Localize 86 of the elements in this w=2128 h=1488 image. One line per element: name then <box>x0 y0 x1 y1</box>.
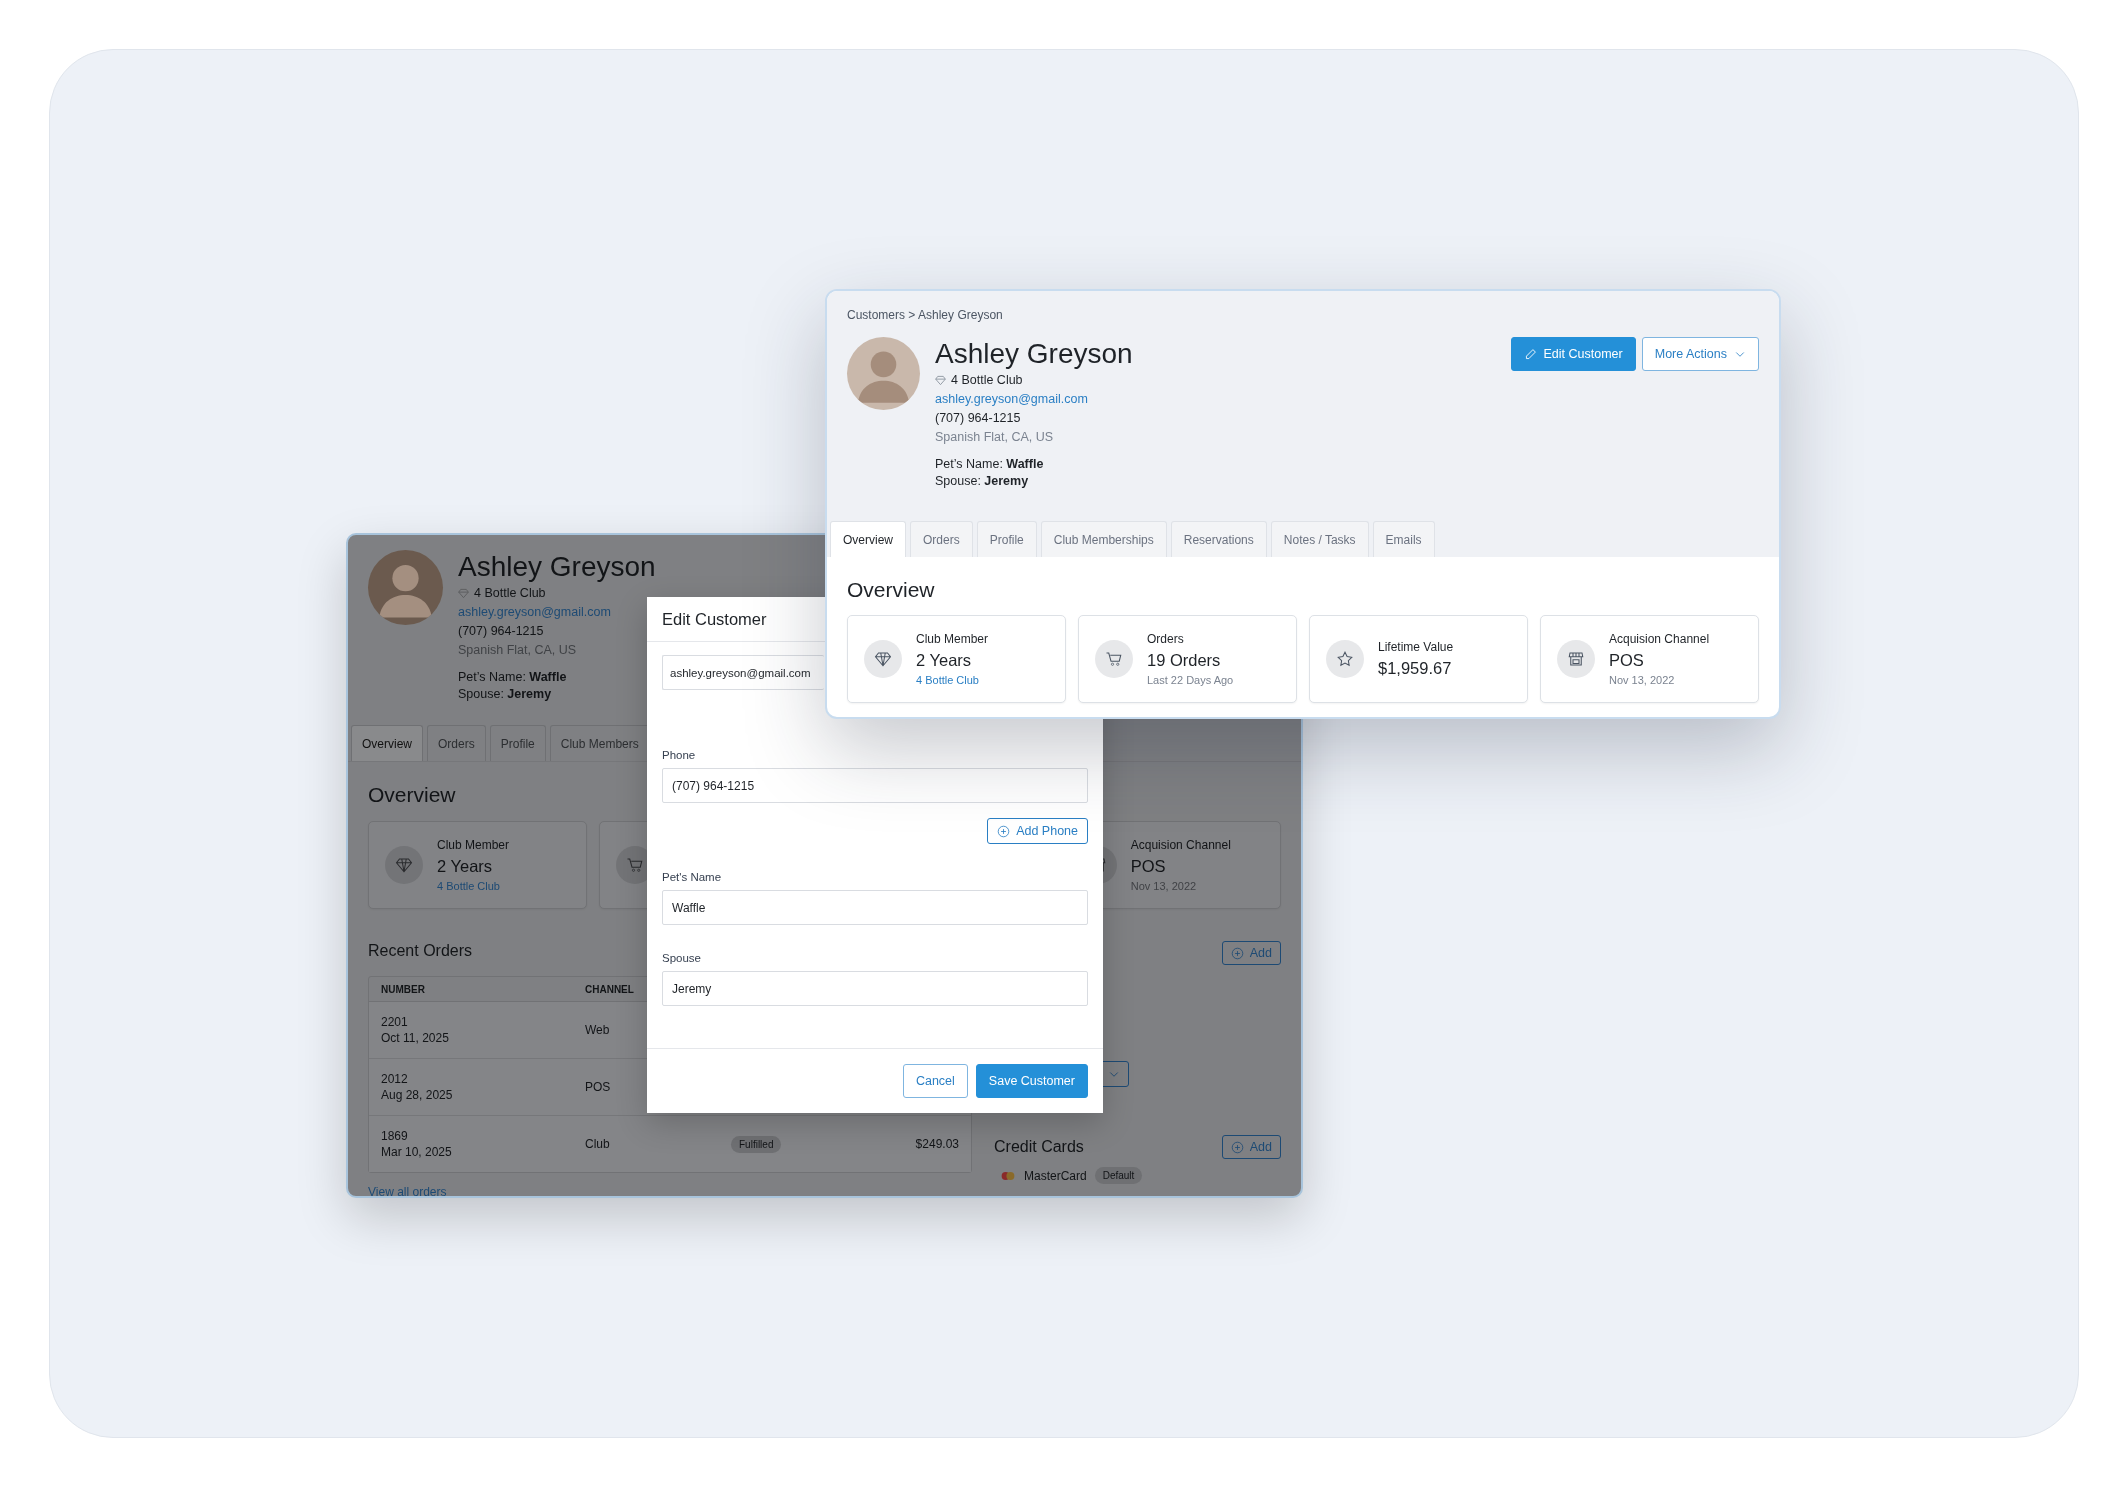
stat-detail[interactable]: 4 Bottle Club <box>916 671 979 688</box>
tab[interactable]: Overview <box>351 725 423 761</box>
edit-button[interactable]: Edit Customer <box>1510 337 1636 371</box>
customer-detail: Spouse: Jeremy <box>458 686 552 703</box>
customer-detail: Pet’s Name: Waffle <box>458 669 567 686</box>
order-number: 1869 <box>381 1128 409 1144</box>
pencil-icon <box>1523 347 1537 361</box>
section-title: Recent Orders <box>368 941 473 961</box>
plus-circle-icon <box>1230 1140 1244 1154</box>
order-number: 2012 <box>381 1071 409 1087</box>
input-field[interactable]: Waffle <box>662 890 1088 925</box>
add-phone-button[interactable]: Add Phone <box>987 818 1088 844</box>
view-all-link[interactable]: View all orders <box>368 1185 447 1196</box>
diamond-icon <box>458 588 469 599</box>
diamond-icon <box>935 375 946 386</box>
cancel-button[interactable]: Cancel <box>902 1064 968 1098</box>
tab[interactable]: Club Memberships <box>1040 521 1167 557</box>
customer-name: Ashley Greyson <box>935 337 1133 371</box>
location: Spanish Flat, CA, US <box>935 429 1054 446</box>
section-title: Overview <box>368 782 456 808</box>
stat-value: 19 Orders <box>1147 649 1221 671</box>
tab[interactable]: Orders <box>910 521 973 557</box>
location: Spanish Flat, CA, US <box>458 642 577 659</box>
field-label: Spouse <box>662 951 701 965</box>
stat-label: Acquision Channel <box>1130 836 1231 854</box>
field-label: Phone <box>662 748 696 762</box>
input-field[interactable]: Jeremy <box>662 971 1088 1006</box>
stat-value: 2 Years <box>437 855 493 877</box>
order-channel: POS <box>585 1080 612 1094</box>
stat-label: Lifetime Value <box>1378 638 1454 656</box>
stat-label: Acquision Channel <box>1609 630 1710 648</box>
order-number: 2201 <box>381 1014 409 1030</box>
plus-circle-icon <box>1230 946 1244 960</box>
club-name: 4 Bottle Club <box>951 372 1023 389</box>
phone-number: (707) 964-1215 <box>935 410 1021 427</box>
order-channel: Club <box>585 1137 611 1151</box>
dialog-title: Edit Customer <box>662 609 767 629</box>
add-button[interactable]: Add <box>1221 1135 1281 1159</box>
stat-value: $1,959.67 <box>1378 657 1452 679</box>
input-field[interactable]: (707) 964-1215 <box>662 768 1088 803</box>
tab[interactable]: Overview <box>830 521 906 557</box>
plus-circle-icon <box>997 824 1011 838</box>
order-amount: $249.03 <box>915 1137 959 1151</box>
tab[interactable]: Emails <box>1372 521 1435 557</box>
stat-value: 2 Years <box>916 649 972 671</box>
email-link[interactable]: ashley.greyson@gmail.com <box>935 390 1088 409</box>
order-channel: Web <box>585 1023 611 1037</box>
email-link[interactable]: ashley.greyson@gmail.com <box>458 603 611 622</box>
tab[interactable]: Profile <box>976 521 1037 557</box>
card-brand: MasterCard <box>1024 1168 1087 1183</box>
section-title: Credit Cards <box>994 1137 1084 1157</box>
tab[interactable]: Reservations <box>1170 521 1267 557</box>
field-label: Pet's Name <box>662 870 722 884</box>
stat-label: Club Member <box>437 836 510 854</box>
add-button[interactable]: Add <box>1221 941 1281 965</box>
section-title: Overview <box>847 577 935 603</box>
phone-number: (707) 964-1215 <box>458 623 544 640</box>
order-date: Oct 11, 2025 <box>381 1030 450 1046</box>
column-header: NUMBER <box>381 983 425 995</box>
stat-value: POS <box>1130 855 1166 877</box>
tab[interactable]: Orders <box>427 725 486 761</box>
customer-name: Ashley Greyson <box>458 550 656 584</box>
stat-detail: Nov 13, 2022 <box>1609 672 1675 688</box>
stat-label: Orders <box>1147 630 1184 648</box>
club-name: 4 Bottle Club <box>474 585 546 602</box>
tab[interactable]: Notes / Tasks <box>1270 521 1369 557</box>
breadcrumb[interactable]: Customers > Ashley Greyson <box>827 306 1003 324</box>
order-date: Aug 28, 2025 <box>381 1087 454 1103</box>
stat-detail: Nov 13, 2022 <box>1130 878 1197 894</box>
save-button[interactable]: Save Customer <box>975 1064 1088 1098</box>
input-field[interactable]: ashley.greyson@gmail.com <box>662 655 824 690</box>
customer-detail: Spouse: Jeremy <box>935 473 1029 490</box>
stat-detail: Last 22 Days Ago <box>1147 672 1234 688</box>
column-header: CHANNEL <box>585 983 634 995</box>
card-logo-icon <box>1000 1170 1016 1181</box>
more-actions-dropdown[interactable]: More Actions <box>1641 337 1759 371</box>
stat-value: POS <box>1609 649 1644 671</box>
order-date: Mar 10, 2025 <box>381 1144 453 1160</box>
tab[interactable]: Club Members <box>549 725 650 761</box>
tab[interactable]: Profile <box>489 725 546 761</box>
default-badge: Default <box>1094 1167 1143 1184</box>
status-badge: Fulfilled <box>731 1136 782 1153</box>
stat-label: Club Member <box>916 630 989 648</box>
customer-detail: Pet’s Name: Waffle <box>935 456 1044 473</box>
stat-detail[interactable]: 4 Bottle Club <box>437 877 500 894</box>
cart-icon <box>1095 640 1133 678</box>
